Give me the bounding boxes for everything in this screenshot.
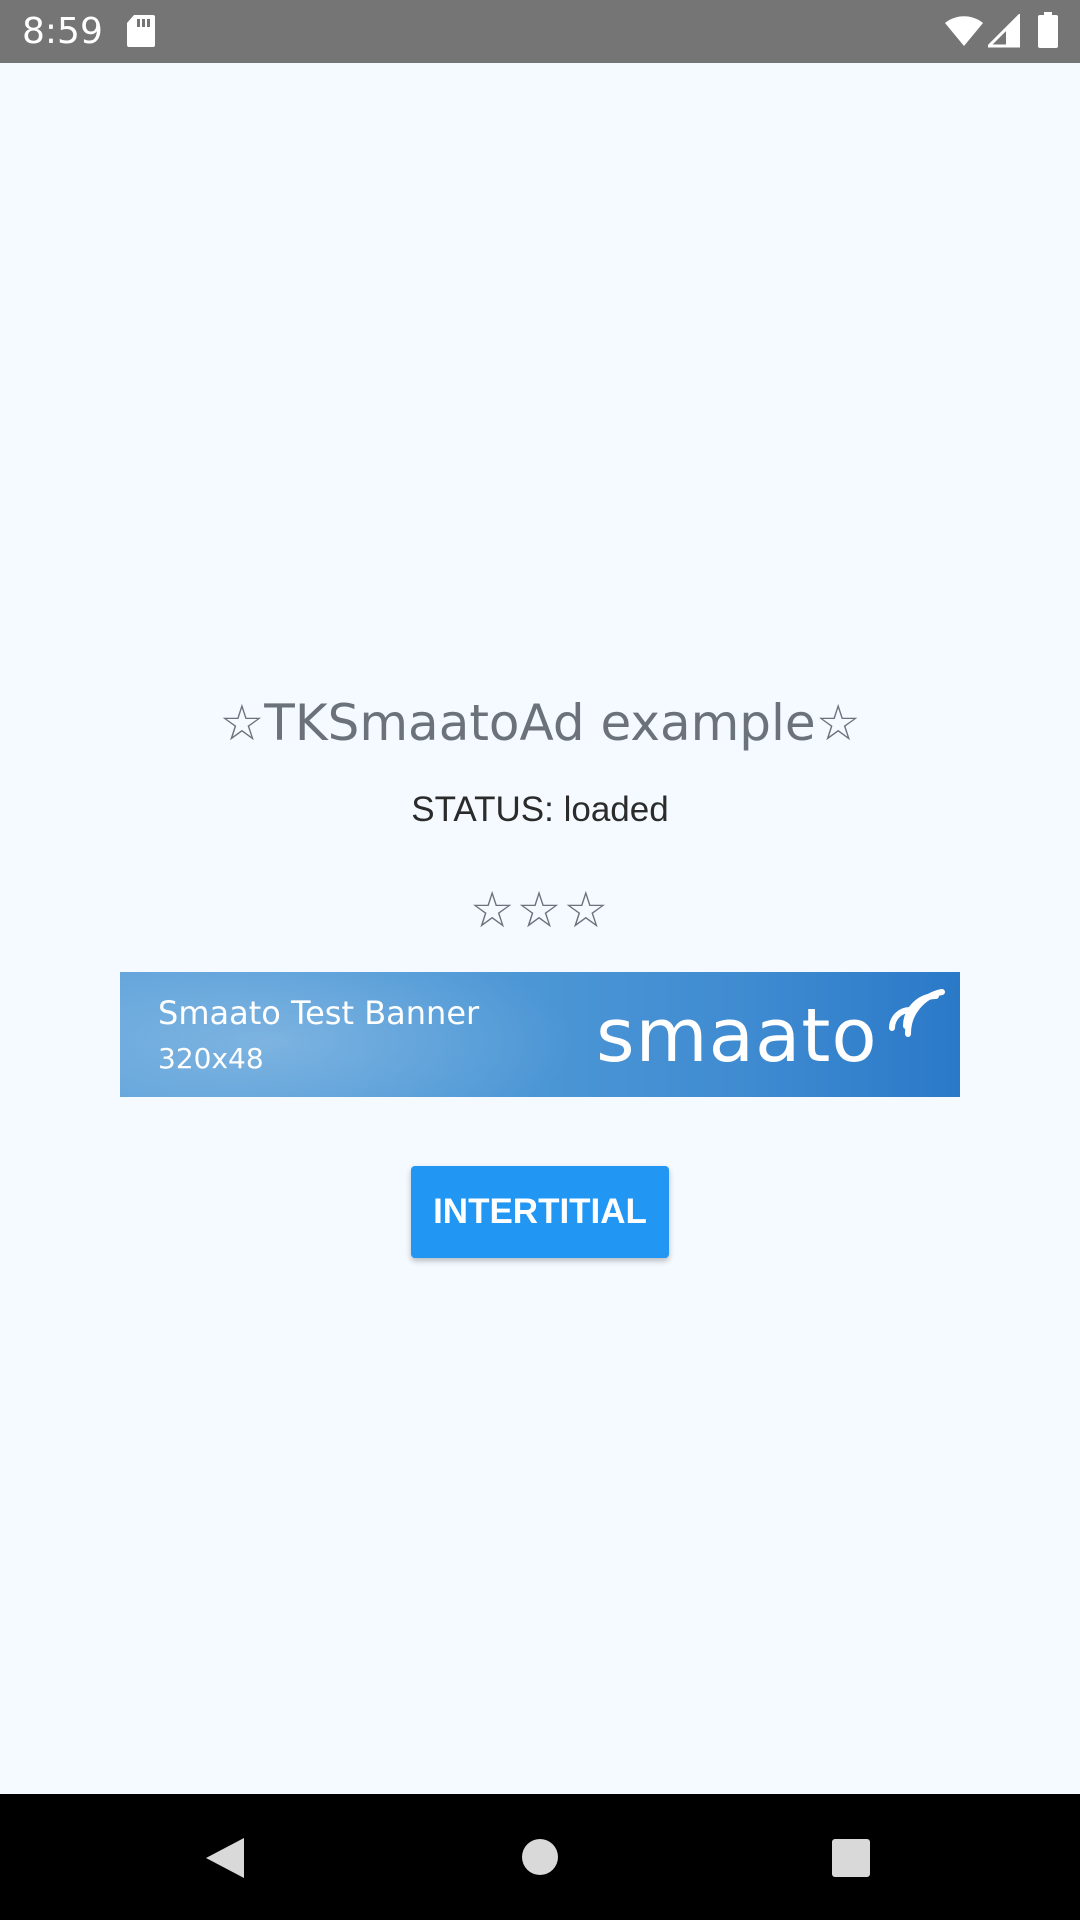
interstitial-button[interactable]: INTERTITIAL	[411, 1166, 669, 1258]
stars-decoration: ☆☆☆	[469, 881, 611, 939]
banner-title: Smaato Test Banner	[158, 994, 480, 1032]
ad-status-label: STATUS: loaded	[411, 790, 669, 829]
back-icon[interactable]	[204, 1836, 246, 1880]
banner-size-label: 320x48	[158, 1042, 264, 1075]
status-time: 8:59	[22, 11, 103, 52]
recents-icon[interactable]	[831, 1838, 871, 1878]
navigation-bar	[0, 1794, 1080, 1920]
signal-waves-icon	[889, 989, 945, 1037]
home-icon[interactable]	[521, 1838, 559, 1876]
cell-signal-icon	[988, 14, 1020, 48]
smaato-logo: smaato	[596, 993, 878, 1079]
smaato-test-banner-ad[interactable]: Smaato Test Banner 320x48 smaato	[120, 972, 960, 1097]
status-bar: 8:59	[0, 0, 1080, 63]
page-title: ☆TKSmaatoAd example☆	[219, 694, 861, 752]
wifi-icon	[945, 16, 983, 46]
sd-card-icon	[127, 15, 155, 47]
main-content: ☆TKSmaatoAd example☆ STATUS: loaded ☆☆☆ …	[0, 63, 1080, 1794]
battery-icon	[1038, 12, 1058, 48]
